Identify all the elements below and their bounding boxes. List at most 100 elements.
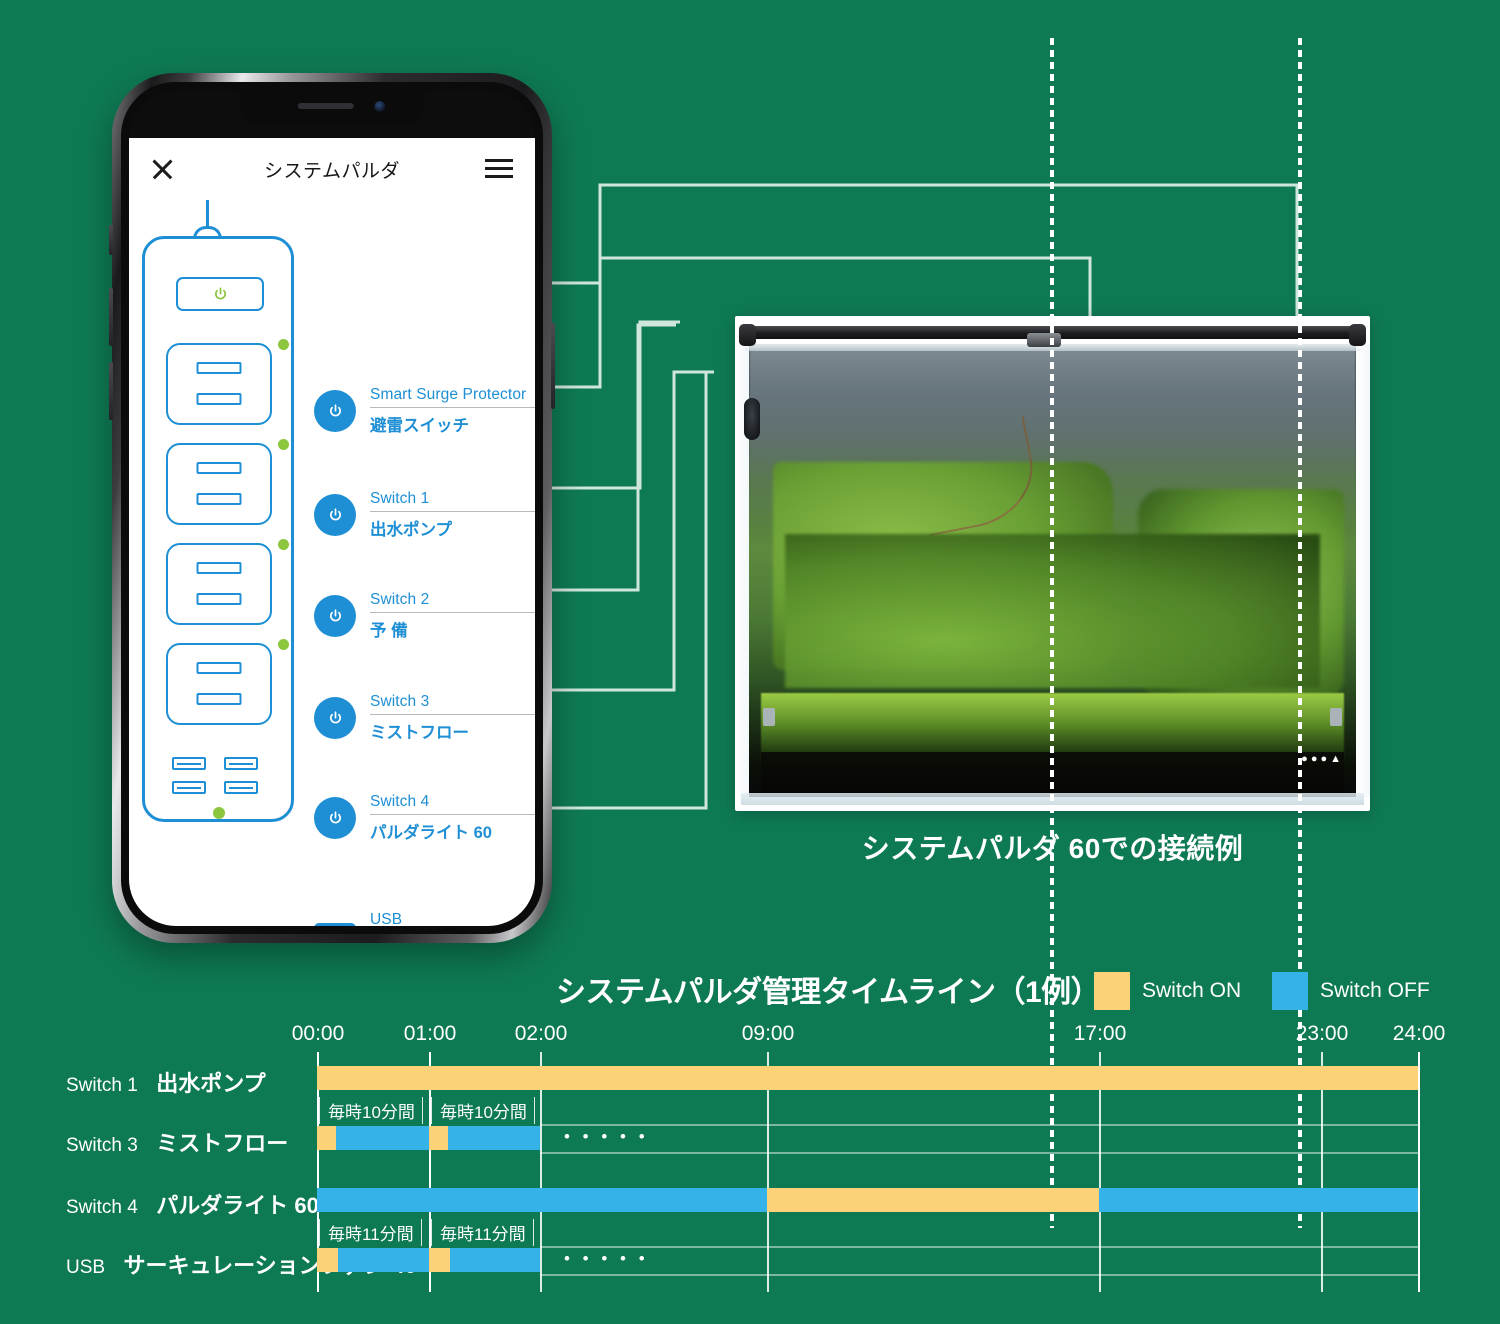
axis-tick-2400: 24:00	[1392, 1022, 1446, 1045]
callout-text: Switch 3 ミストフロー	[370, 693, 535, 743]
timeline-note-mist-1: 毎時10分間	[319, 1097, 423, 1124]
legend-switch-on: Switch ON	[1094, 972, 1241, 1010]
timeline-row-label-2: Switch 3 ミストフロー	[66, 1126, 288, 1158]
legend-label-on: Switch ON	[1142, 979, 1242, 1002]
power-icon	[329, 810, 341, 823]
power-toggle-button[interactable]	[314, 390, 356, 432]
axis-tick-0200: 02:00	[514, 1022, 568, 1045]
power-toggle-button[interactable]	[314, 697, 356, 739]
power-icon	[329, 403, 341, 416]
timeline-chart: 00:00 01:00 02:00 09:00 17:00 23:00 24:0…	[0, 1022, 1500, 1312]
usb-led-indicator	[213, 807, 225, 819]
callout-text: Smart Surge Protector 避雷スイッチ	[370, 386, 535, 436]
callout-jp-label: ミストフロー	[370, 724, 469, 743]
segment-off	[448, 1126, 540, 1150]
callout-jp-label: パルダライト 60	[370, 824, 492, 843]
row-switch-id: Switch 3	[66, 1135, 138, 1156]
phone-volume-up-button	[109, 288, 113, 346]
legend-label-off: Switch OFF	[1320, 979, 1430, 1002]
brand-watermark: ●●●▲	[1301, 753, 1344, 765]
usb-port-group[interactable]	[166, 749, 272, 821]
segment-off	[336, 1126, 429, 1150]
outlet-4-led-indicator	[278, 639, 289, 650]
callout-jp-label: 予 備	[370, 622, 408, 641]
axis-tick-0100: 01:00	[403, 1022, 457, 1045]
app-header: システムパルダ	[129, 138, 535, 200]
hamburger-menu-icon[interactable]	[485, 159, 513, 179]
axis-tick-0000: 00:00	[291, 1022, 345, 1045]
row-switch-id: Switch 4	[66, 1197, 138, 1218]
usb-port-icon	[224, 781, 258, 794]
tank-right-pane	[1356, 344, 1370, 797]
outlet-switch-2[interactable]	[166, 443, 272, 525]
outlet-switch-4[interactable]	[166, 643, 272, 725]
phone-volume-down-button	[109, 362, 113, 420]
light-mount-knob	[1027, 333, 1062, 347]
timeline-title: システムパルダ管理タイムライン（1例）	[556, 976, 1101, 1009]
poster-canvas: システムパルダ Smart Surge Protector 避雷スイッチ Swi…	[0, 0, 1500, 1324]
continuation-dots: • • • • •	[564, 1127, 649, 1146]
segment-off	[1099, 1188, 1418, 1212]
segment-off	[317, 1188, 767, 1212]
outlet-2-led-indicator	[278, 439, 289, 450]
power-toggle-button[interactable]	[314, 797, 356, 839]
row-device-name: パルダライト 60	[156, 1193, 319, 1218]
segment-on	[317, 1066, 1418, 1090]
callout-jp-label: 避雷スイッチ	[370, 417, 469, 436]
outlet-switch-1[interactable]	[166, 343, 272, 425]
callout-text: Switch 1 出水ポンプ	[370, 490, 535, 540]
segment-on	[317, 1248, 338, 1272]
timeline-row-label-3: Switch 4 パルダライト 60	[66, 1188, 319, 1220]
row-device-name: ミストフロー	[156, 1131, 289, 1156]
row-rule-bottom	[540, 1152, 1418, 1154]
phone-bezel: システムパルダ Smart Surge Protector 避雷スイッチ Swi…	[121, 82, 543, 934]
callout-en-label: Switch 3	[370, 693, 430, 710]
phone-power-button	[551, 323, 555, 409]
phone-silent-switch	[109, 225, 113, 255]
terrarium-caption: システムパルダ 60での接続例	[861, 833, 1244, 864]
phone-notch	[239, 90, 425, 124]
light-bracket-left	[739, 324, 756, 346]
tank-hinge-right	[1330, 708, 1342, 726]
app-viewport: システムパルダ Smart Surge Protector 避雷スイッチ Swi…	[129, 138, 535, 926]
power-icon	[214, 286, 226, 299]
legend-switch-off: Switch OFF	[1272, 972, 1430, 1010]
timeline-note-mist-2: 毎時10分間	[431, 1097, 535, 1124]
segment-on	[767, 1188, 1099, 1212]
close-icon[interactable]	[149, 156, 175, 182]
fan-dial-knob	[744, 398, 760, 440]
axis-tick-0900: 09:00	[741, 1022, 795, 1045]
timeline-bar-usb	[317, 1248, 1418, 1272]
usb-port-icon	[224, 757, 258, 770]
timeline-bar-switch1	[317, 1066, 1418, 1090]
power-strip-diagram: Smart Surge Protector 避雷スイッチ Switch 1 出水…	[129, 200, 535, 926]
callout-text: Switch 4 パルダライト 60	[370, 793, 535, 843]
continuation-dots: • • • • •	[564, 1249, 649, 1268]
outlet-switch-3[interactable]	[166, 543, 272, 625]
callout-text: Switch 2 予 備	[370, 591, 535, 641]
power-strip-body	[142, 236, 294, 822]
phone-screen: システムパルダ Smart Surge Protector 避雷スイッチ Swi…	[129, 90, 535, 926]
power-toggle-button[interactable]	[314, 494, 356, 536]
power-cord	[206, 200, 209, 228]
power-icon	[329, 608, 341, 621]
usb-power-toggle-button[interactable]	[314, 923, 356, 926]
callout-en-label: Switch 1	[370, 490, 430, 507]
segment-off	[338, 1248, 429, 1272]
strip-master-power-button[interactable]	[176, 277, 264, 311]
callout-en-label: Switch 2	[370, 591, 430, 608]
callout-en-label: Switch 4	[370, 793, 430, 810]
outlet-3-led-indicator	[278, 539, 289, 550]
axis-tick-2300: 23:00	[1295, 1022, 1349, 1045]
gridline-2400	[1418, 1052, 1420, 1292]
power-toggle-button[interactable]	[314, 595, 356, 637]
row-rule-bottom	[540, 1274, 1418, 1276]
row-rule-top	[540, 1124, 1418, 1126]
usb-port-icon	[172, 757, 206, 770]
callout-text: USB サーキュレーションファン 40	[370, 911, 535, 926]
front-camera-icon	[374, 101, 385, 112]
timeline-note-fan-2: 毎時11分間	[431, 1219, 534, 1246]
callout-en-label: USB	[370, 911, 403, 926]
callout-en-label: Smart Surge Protector	[370, 386, 527, 403]
segment-on	[429, 1126, 448, 1150]
